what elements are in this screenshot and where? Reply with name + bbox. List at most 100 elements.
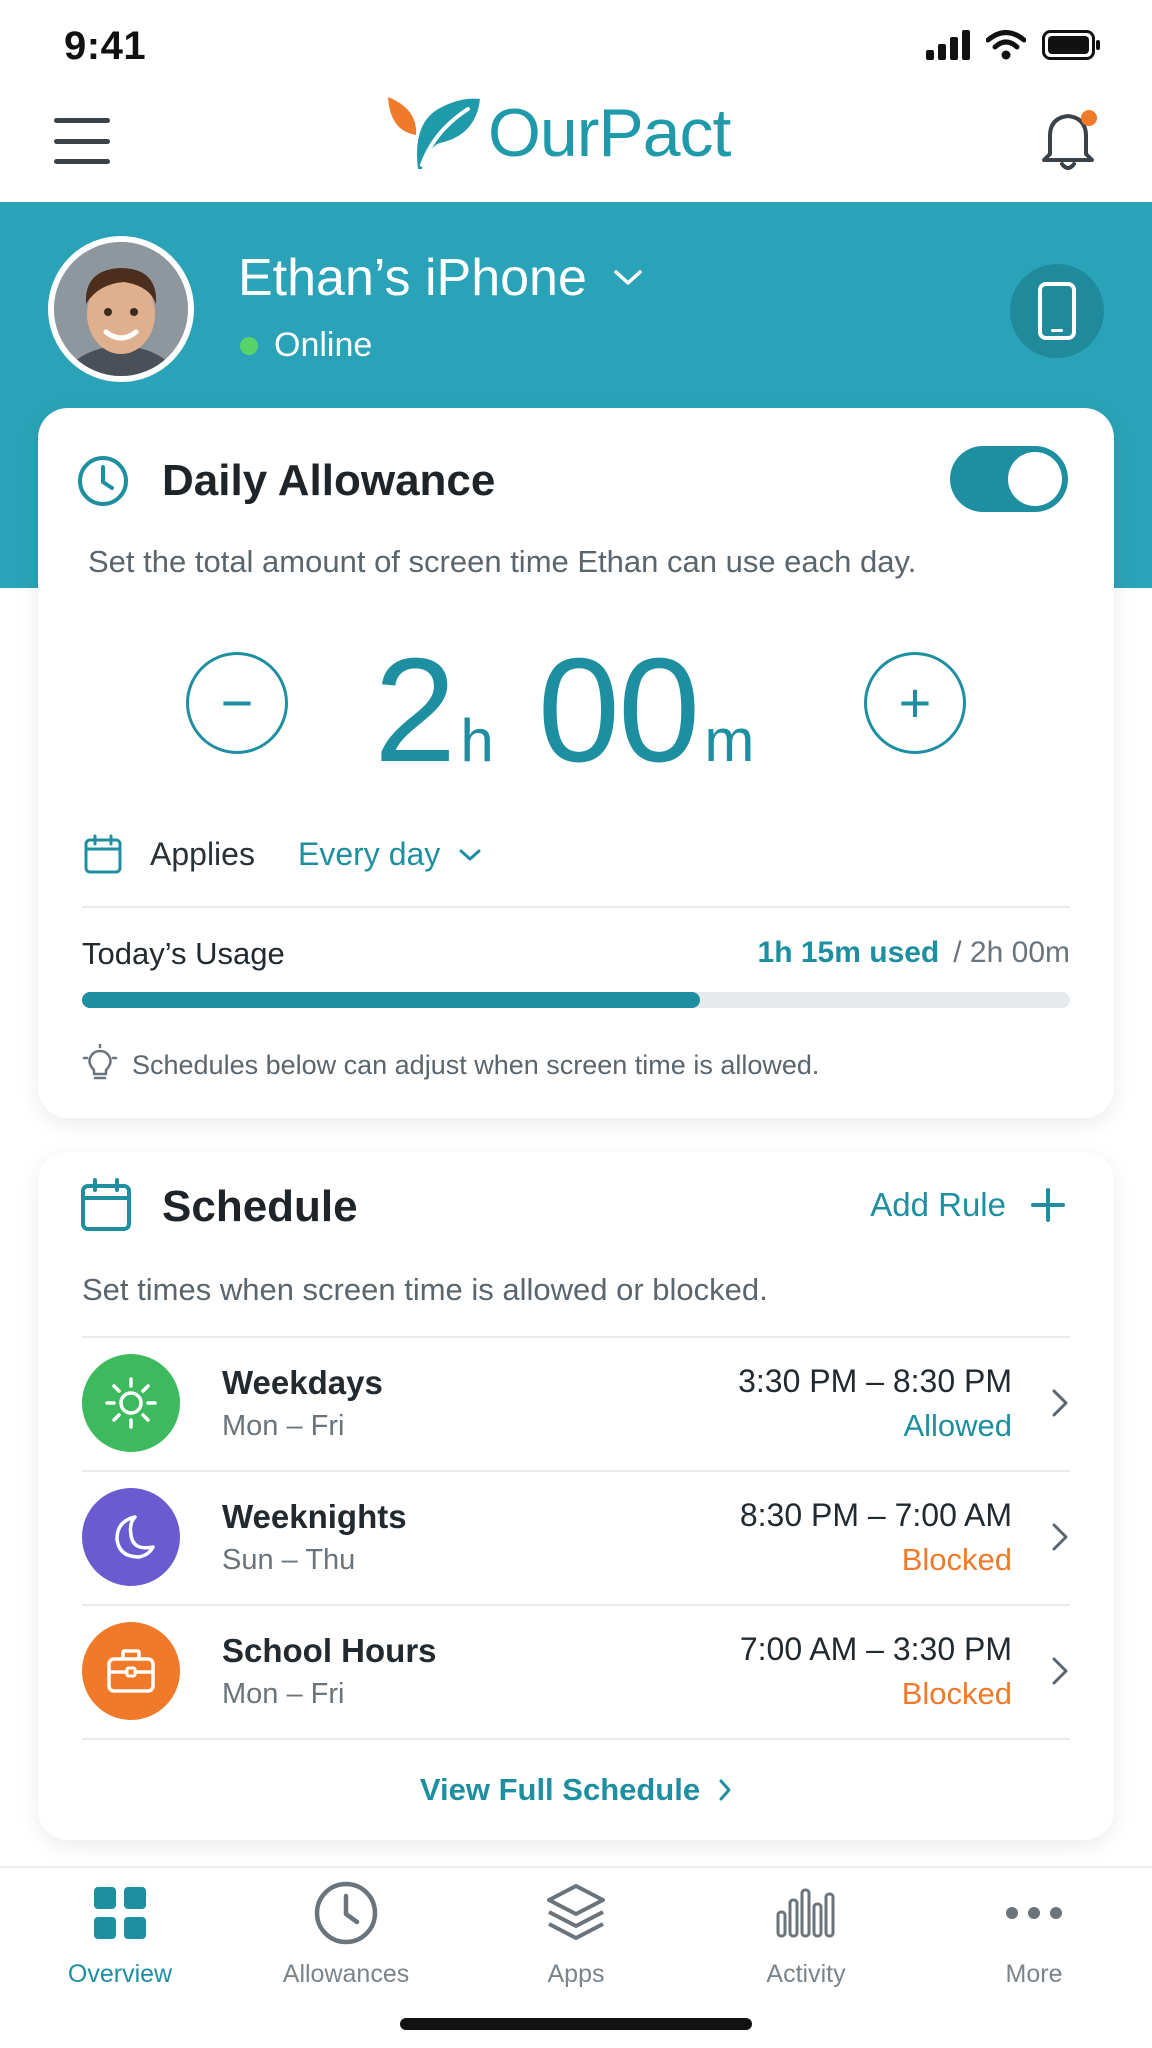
schedule-tip: Schedules below can adjust when screen t…	[132, 1050, 820, 1080]
nav-allowances[interactable]: Allowances	[256, 1878, 436, 1989]
applies-dropdown[interactable]: Every day	[298, 836, 482, 873]
rule-days: Mon – Fri	[222, 1409, 345, 1442]
usage-progress-fill	[82, 992, 700, 1008]
clock-icon	[311, 1878, 381, 1948]
rule-name: Weeknights	[222, 1497, 407, 1535]
chevron-down-icon	[459, 849, 481, 860]
rule-name: School Hours	[222, 1631, 437, 1669]
notifications-button[interactable]	[1040, 106, 1100, 172]
nav-label: Apps	[547, 1960, 605, 1988]
device-button[interactable]	[1010, 264, 1104, 358]
status-time: 9:41	[64, 24, 147, 68]
online-dot-icon	[240, 336, 258, 355]
nav-activity[interactable]: Activity	[716, 1878, 896, 1989]
rule-days: Mon – Fri	[222, 1677, 345, 1710]
schedule-rule-school-hours[interactable]: School Hours Mon – Fri 7:00 AM – 3:30 PM…	[82, 1604, 1070, 1738]
add-rule-button[interactable]: Add Rule	[870, 1186, 1066, 1224]
sun-icon	[82, 1354, 180, 1452]
leaf-logo-icon	[388, 97, 480, 169]
chevron-right-icon	[1052, 1657, 1068, 1685]
avatar[interactable]	[48, 236, 194, 382]
nav-overview[interactable]: Overview	[30, 1878, 210, 1989]
divider	[82, 906, 1070, 908]
plus-icon: +	[898, 671, 932, 734]
wifi-icon	[986, 30, 1026, 60]
brand-name: OurPact	[488, 95, 731, 171]
nav-label: Overview	[67, 1960, 173, 1988]
battery-icon	[1042, 30, 1100, 60]
bell-icon	[1042, 110, 1097, 170]
device-status: Online	[240, 326, 372, 365]
usage-label: Today’s Usage	[82, 936, 285, 971]
nav-apps[interactable]: Apps	[486, 1878, 666, 1989]
calendar-icon	[84, 834, 122, 874]
daily-allowance-toggle[interactable]	[950, 446, 1068, 512]
nav-label: Allowances	[282, 1960, 410, 1988]
rule-status: Blocked	[901, 1541, 1012, 1577]
hamburger-icon-line	[54, 138, 110, 144]
view-full-schedule-label: View Full Schedule	[419, 1772, 701, 1807]
signal-icon	[926, 30, 970, 60]
chevron-right-icon	[1052, 1389, 1068, 1417]
schedule-rule-weekdays[interactable]: Weekdays Mon – Fri 3:30 PM – 8:30 PM All…	[82, 1336, 1070, 1470]
briefcase-icon-glyph	[107, 1649, 155, 1693]
allowance-minutes: 00	[537, 628, 701, 793]
sun-icon-glyph	[105, 1377, 157, 1429]
decrement-button[interactable]: −	[186, 652, 288, 754]
minus-icon: −	[220, 671, 254, 734]
calendar-icon	[81, 1178, 131, 1231]
nav-label: More	[1005, 1960, 1063, 1988]
home-indicator	[400, 2018, 752, 2030]
usage-used: 1h 15m used	[757, 936, 940, 969]
hamburger-icon-line	[54, 159, 110, 164]
child-portrait-icon	[54, 242, 188, 376]
allowance-time-display: 2 h 00 m	[374, 626, 754, 796]
allowance-hours: 2	[374, 628, 456, 793]
clock-icon	[78, 456, 128, 506]
chevron-right-icon	[1052, 1523, 1068, 1551]
rule-days: Sun – Thu	[222, 1543, 356, 1576]
layers-icon	[541, 1878, 611, 1948]
avatar-photo	[54, 242, 188, 376]
schedule-title: Schedule	[162, 1182, 358, 1231]
device-status-label: Online	[274, 326, 373, 364]
increment-button[interactable]: +	[864, 652, 966, 754]
allowance-minutes-unit: m	[704, 707, 755, 774]
plus-icon	[1031, 1188, 1065, 1222]
rule-time: 3:30 PM – 8:30 PM	[738, 1362, 1012, 1399]
daily-allowance-title: Daily Allowance	[162, 456, 496, 505]
status-icons	[926, 30, 1102, 60]
allowance-hours-unit: h	[460, 707, 494, 774]
toggle-knob	[1008, 452, 1062, 506]
rule-time: 8:30 PM – 7:00 AM	[739, 1496, 1012, 1533]
usage-summary: 1h 15m used / 2h 00m	[758, 936, 1070, 970]
applies-label: Applies	[150, 836, 255, 872]
device-selector[interactable]: Ethan’s iPhone	[238, 248, 643, 308]
rule-name: Weekdays	[222, 1363, 383, 1401]
view-full-schedule-link[interactable]: View Full Schedule	[420, 1772, 732, 1808]
moon-icon	[82, 1488, 180, 1586]
menu-button[interactable]	[52, 115, 112, 167]
device-name: Ethan’s iPhone	[238, 249, 587, 307]
rule-status: Blocked	[901, 1675, 1012, 1711]
schedule-rule-weeknights[interactable]: Weeknights Sun – Thu 8:30 PM – 7:00 AM B…	[82, 1470, 1070, 1604]
moon-icon-glyph	[115, 1515, 155, 1559]
nav-more[interactable]: More	[944, 1878, 1124, 1989]
smartphone-icon	[1038, 282, 1076, 340]
usage-total: / 2h 00m	[953, 936, 1070, 969]
add-rule-label: Add Rule	[870, 1186, 1006, 1223]
briefcase-icon	[82, 1622, 180, 1720]
rule-status: Allowed	[903, 1407, 1012, 1443]
divider	[82, 1738, 1070, 1740]
bar-chart-icon	[771, 1878, 841, 1948]
app-logo: OurPact	[382, 88, 731, 178]
more-icon	[999, 1878, 1069, 1948]
view-full-schedule-wrap: View Full Schedule	[0, 1772, 1152, 1808]
lightbulb-icon	[82, 1044, 118, 1080]
daily-allowance-description: Set the total amount of screen time Etha…	[88, 544, 917, 579]
hamburger-icon-line	[54, 118, 110, 123]
chevron-right-icon	[719, 1779, 731, 1801]
applies-value: Every day	[298, 836, 441, 872]
chevron-down-icon	[614, 270, 642, 285]
schedule-description: Set times when screen time is allowed or…	[82, 1272, 768, 1307]
